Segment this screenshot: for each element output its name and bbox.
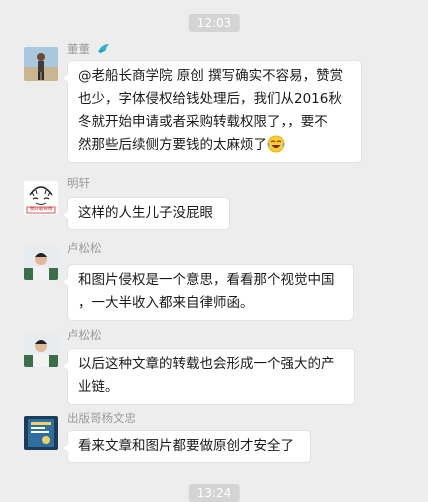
message-bubble[interactable]: @老船长商学院 原创 撰写确实不容易，赞赏 也少，字体侵权给钱处理后，我们从20… [62, 60, 362, 163]
message-line: 业链。 [78, 379, 119, 395]
person-photo-avatar-icon [24, 47, 58, 81]
avatar[interactable] [24, 333, 58, 367]
person-photo-avatar-icon [24, 246, 58, 280]
avatar[interactable] [24, 246, 58, 280]
timestamp-top: 12:03 [188, 14, 240, 32]
message-bubble[interactable]: 这样的人生儿子没屁眼 [62, 197, 230, 230]
message-bubble[interactable]: 看来文章和图片都要做原创才安全了 [62, 430, 311, 463]
timestamp-bottom: 13:24 [188, 484, 240, 502]
message-line: 看来文章和图片都要做原创才安全了 [78, 438, 294, 454]
message-line: 也少，字体侵权给钱处理后，我们从2016秋 [78, 91, 342, 107]
person-photo-avatar-icon [24, 333, 58, 367]
avatar-caption: 我好敢辣哦 [29, 207, 53, 212]
message-line: 这样的人生儿子没屁眼 [78, 205, 213, 221]
message-line-last: 然那些后续侧方要钱的太麻烦了 [78, 134, 351, 161]
message-bubble[interactable]: 和图片侵权是一个意思，看看那个视觉中国 ，一大半收入都来自律师函。 [62, 264, 354, 321]
message-line: ，一大半收入都来自律师函。 [78, 295, 254, 311]
message-line: 冬就开始申请或者采购转载权限了，，要不 [78, 114, 328, 130]
avatar[interactable] [24, 47, 58, 81]
sender-name: 卢松松 [67, 328, 102, 342]
sender-name: 明轩 [67, 176, 90, 190]
book-cover-avatar-icon [24, 416, 58, 450]
tears-of-joy-emoji-icon [267, 135, 285, 161]
avatar[interactable]: 我好敢辣哦 [24, 181, 58, 215]
sender-name: 卢松松 [67, 241, 102, 255]
message-line: 以后这种文章的转载也会形成一个强大的产 [78, 356, 335, 372]
message-bubble[interactable]: 以后这种文章的转载也会形成一个强大的产 业链。 [62, 348, 355, 405]
sender-name: 出版哥杨文忠 [67, 411, 136, 425]
sender-label: 董董 [67, 42, 90, 56]
message-line: @老船长商学院 原创 撰写确实不容易，赞赏 [78, 68, 344, 84]
message-line: 和图片侵权是一个意思，看看那个视觉中国 [78, 272, 335, 288]
bird-icon [97, 43, 110, 58]
sender-name: 董董 [67, 41, 110, 58]
avatar[interactable] [24, 416, 58, 450]
